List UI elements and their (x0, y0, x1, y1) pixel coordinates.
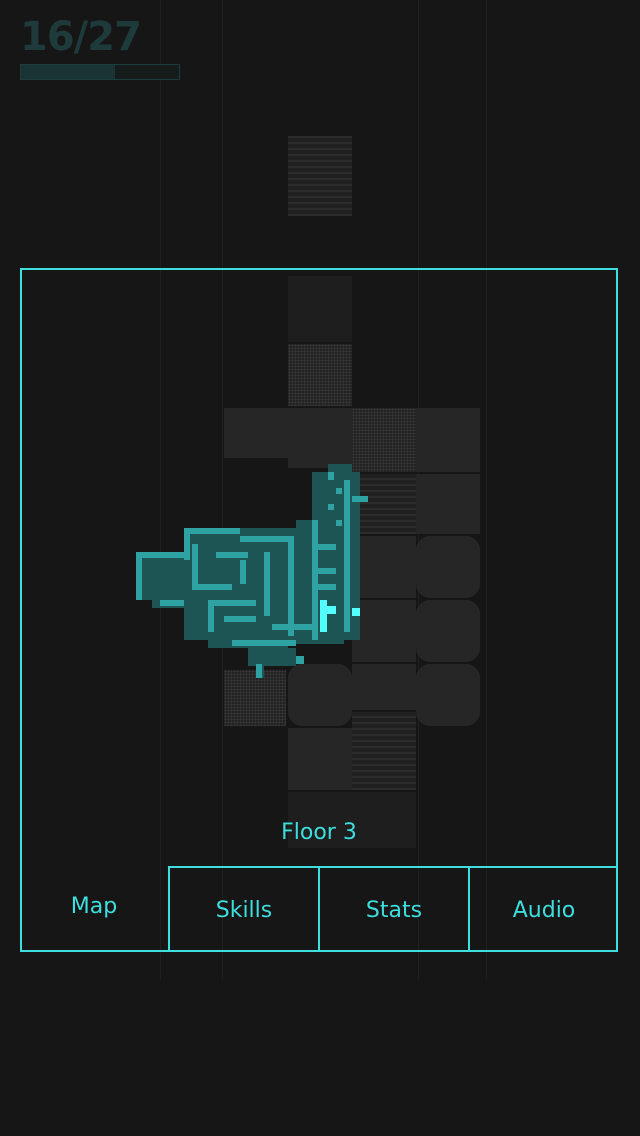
minimap (136, 464, 368, 678)
explored-floor (136, 552, 192, 600)
explored-wall (264, 552, 270, 616)
explored-wall (136, 552, 184, 558)
explored-wall (256, 664, 262, 678)
game-screen: 16/27 Floor 3 Map Skills Stats Audio (0, 0, 640, 1136)
explored-wall (232, 640, 256, 646)
tab-skills[interactable]: Skills (168, 866, 318, 952)
menu-tab-bar: Map Skills Stats Audio (20, 866, 618, 952)
explored-wall (208, 600, 256, 606)
tab-stats[interactable]: Stats (318, 866, 468, 952)
explored-wall (336, 520, 342, 526)
explored-wall (328, 504, 334, 510)
explored-wall (328, 472, 334, 480)
explored-wall (296, 656, 304, 664)
explored-wall (336, 488, 342, 494)
explored-wall (216, 552, 248, 558)
explored-wall (312, 520, 318, 640)
explored-floor (248, 648, 296, 666)
explored-wall (136, 552, 142, 600)
explored-wall (344, 480, 350, 632)
explored-wall (288, 536, 294, 636)
explored-wall (312, 544, 336, 550)
explored-wall (240, 560, 246, 584)
explored-wall (312, 568, 336, 574)
tab-map[interactable]: Map (20, 866, 168, 952)
explored-wall (192, 584, 232, 590)
explored-wall (192, 544, 198, 584)
explored-wall (312, 584, 336, 590)
explored-wall (256, 640, 296, 646)
tab-audio[interactable]: Audio (468, 866, 618, 952)
explored-wall (208, 600, 214, 632)
explored-wall (160, 600, 184, 606)
floor-label: Floor 3 (281, 820, 357, 845)
explored-wall (224, 616, 256, 622)
explored-wall (240, 536, 288, 542)
explored-wall (352, 496, 368, 502)
explored-wall (184, 528, 190, 560)
explored-wall (184, 528, 240, 534)
